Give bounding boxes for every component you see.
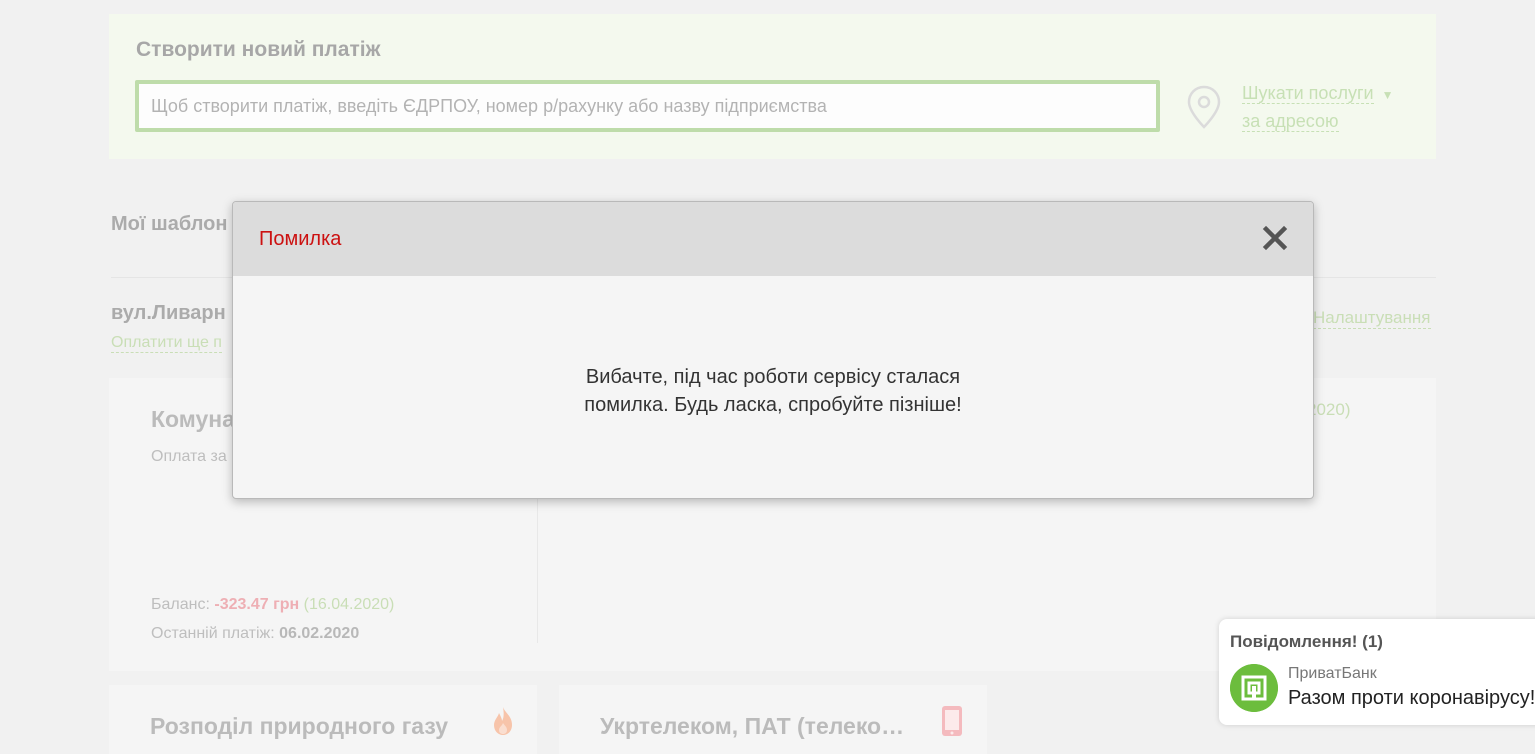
modal-title: Помилка	[259, 228, 342, 250]
close-icon[interactable]	[1261, 224, 1289, 252]
notification-popup[interactable]: Повідомлення! (1) ПриватБанк Разом проти…	[1219, 619, 1535, 725]
error-message-line2: помилка. Будь ласка, спробуйте пізніше!	[584, 394, 962, 416]
modal-header: Помилка	[233, 202, 1313, 276]
modal-body: Вибачте, під час роботи сервісу сталася …	[233, 276, 1313, 498]
notification-header: Повідомлення! (1)	[1230, 632, 1383, 651]
error-message-line1: Вибачте, під час роботи сервісу сталася	[585, 366, 961, 388]
error-message: Вибачте, під час роботи сервісу сталася …	[233, 363, 1313, 419]
notification-sender: ПриватБанк	[1288, 665, 1377, 682]
notification-text: Разом проти коронавірусу!	[1288, 687, 1535, 709]
privatbank-logo-icon	[1230, 664, 1278, 712]
error-modal: Помилка Вибачте, під час роботи сервісу …	[232, 201, 1314, 499]
